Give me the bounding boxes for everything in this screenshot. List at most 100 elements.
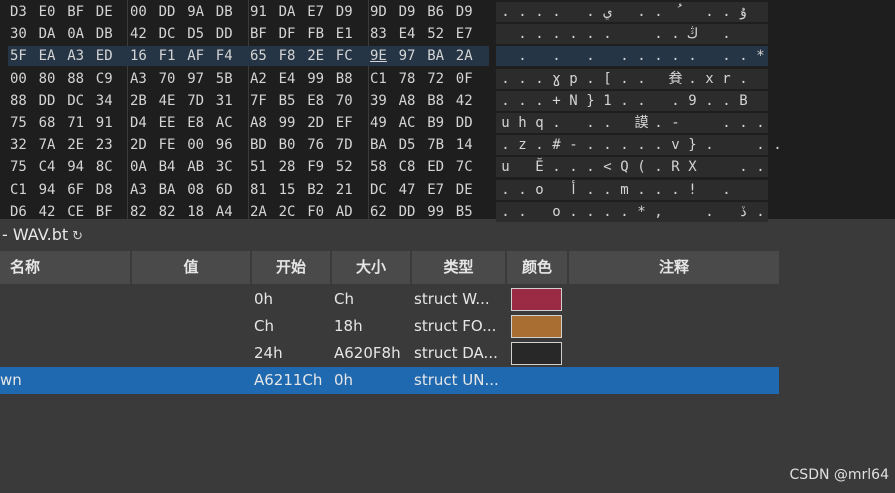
hex-byte[interactable]: 51 — [250, 158, 276, 176]
hex-byte[interactable]: 08 — [187, 181, 213, 199]
hex-row[interactable]: 88 DD DC 34 2B 4E 7D 31 7F B5 E8 70 39 A8 B8 42... + N} 1.… — [0, 90, 895, 111]
text-char[interactable]: . — [667, 181, 684, 199]
hex-row[interactable]: 00 80 88 C9 A3 70 97 5B A2 E4 99 B8 C1 78 72 0F... ɣ p.[.… — [0, 68, 895, 89]
text-char[interactable]: ! — [684, 181, 701, 199]
hex-byte[interactable]: 68 — [39, 114, 65, 132]
text-char[interactable]: } — [684, 136, 701, 154]
text-char[interactable]: m — [616, 181, 633, 199]
text-char[interactable]: B — [735, 92, 752, 110]
column-header-name[interactable]: 名称 — [0, 251, 132, 284]
hex-byte[interactable]: E7 — [307, 3, 333, 21]
hex-byte[interactable]: DC — [159, 25, 185, 43]
text-char[interactable]: * — [752, 47, 769, 65]
hex-byte[interactable]: 80 — [39, 70, 65, 88]
text-char[interactable]: Q — [616, 158, 633, 176]
text-char[interactable]: . — [582, 3, 599, 21]
hex-byte[interactable]: 34 — [96, 92, 122, 110]
hex-byte[interactable]: 94 — [39, 181, 65, 199]
text-char[interactable]: . — [718, 47, 735, 65]
hex-byte[interactable]: E8 — [187, 114, 213, 132]
hex-byte[interactable]: 23 — [96, 136, 122, 154]
text-char[interactable]: . — [565, 158, 582, 176]
text-char[interactable]: . — [735, 47, 752, 65]
hex-byte[interactable]: D4 — [130, 114, 156, 132]
text-char[interactable]: . — [582, 70, 599, 88]
text-char[interactable]: . — [531, 92, 548, 110]
hex-byte[interactable]: 6D — [216, 181, 242, 199]
column-header-size[interactable]: 大小 — [332, 251, 412, 284]
hex-byte[interactable]: 97 — [399, 47, 425, 65]
hex-byte[interactable]: 14 — [456, 136, 482, 154]
text-char[interactable]: 貵 — [667, 70, 684, 88]
hex-byte[interactable]: E7 — [456, 25, 482, 43]
hex-byte[interactable]: 8C — [96, 158, 122, 176]
text-char[interactable]: . — [650, 47, 667, 65]
text-char[interactable]: . — [752, 158, 769, 176]
hex-byte[interactable]: 52 — [427, 25, 453, 43]
hex-byte[interactable]: DF — [279, 25, 305, 43]
hex-byte[interactable]: 9E — [370, 47, 396, 65]
hex-row[interactable]: D6 42 CE BF 82 82 18 A4 2A 2C F0 AD 62 DD 99 B5.. o.... *… — [0, 201, 895, 222]
hex-byte[interactable]: 2E — [307, 47, 333, 65]
text-char[interactable]: . — [548, 25, 565, 43]
hex-byte[interactable]: 72 — [427, 70, 453, 88]
hex-byte[interactable]: 42 — [39, 203, 65, 221]
hex-byte[interactable]: 49 — [370, 114, 396, 132]
text-char[interactable]: . — [497, 203, 514, 221]
text-char[interactable]: . — [718, 114, 735, 132]
text-char[interactable]: ُ — [667, 3, 684, 21]
hex-byte[interactable]: 2D — [130, 136, 156, 154]
hex-byte[interactable]: DD — [159, 3, 185, 21]
text-char[interactable]: . — [633, 47, 650, 65]
text-char[interactable]: . — [548, 158, 565, 176]
hex-byte[interactable]: F1 — [159, 47, 185, 65]
hex-byte[interactable]: 97 — [187, 70, 213, 88]
text-char[interactable]: r — [718, 70, 735, 88]
hex-byte[interactable]: 81 — [250, 181, 276, 199]
text-char[interactable]: . — [582, 158, 599, 176]
text-char[interactable]: . — [667, 25, 684, 43]
text-char[interactable]: . — [497, 70, 514, 88]
column-header-type[interactable]: 类型 — [412, 251, 507, 284]
text-char[interactable]: . — [565, 25, 582, 43]
text-char[interactable]: . — [548, 114, 565, 132]
hex-byte[interactable]: 91 — [250, 3, 276, 21]
text-char[interactable]: . — [514, 3, 531, 21]
hex-byte[interactable]: F9 — [307, 158, 333, 176]
hex-byte[interactable]: BA — [159, 181, 185, 199]
text-char[interactable]: . — [735, 158, 752, 176]
hex-byte[interactable]: 2E — [67, 136, 93, 154]
text-char[interactable]: . — [514, 25, 531, 43]
hex-byte[interactable]: 82 — [130, 203, 156, 221]
hex-byte[interactable]: 21 — [336, 181, 362, 199]
hex-byte[interactable]: D9 — [456, 3, 482, 21]
table-row[interactable]: wn A6211Ch 0h struct UN... — [0, 367, 779, 394]
hex-row[interactable]: D3 E0 BF DE 00 DD 9A DB 91 DA E7 D9 9D D9 B6 D9.... .ي.… — [0, 1, 895, 22]
text-char[interactable]: . — [633, 136, 650, 154]
color-swatch[interactable] — [511, 315, 562, 338]
hex-byte[interactable]: 32 — [10, 136, 36, 154]
hex-byte[interactable]: DB — [96, 25, 122, 43]
text-char[interactable]: . — [684, 47, 701, 65]
text-char[interactable]: . — [514, 203, 531, 221]
hex-byte[interactable]: E4 — [399, 25, 425, 43]
text-char[interactable]: . — [548, 3, 565, 21]
text-char[interactable]: . — [650, 136, 667, 154]
table-row[interactable]: Ch 18h struct FO... — [0, 313, 779, 340]
text-char[interactable]: . — [650, 25, 667, 43]
text-char[interactable]: ۇ — [735, 3, 752, 21]
column-header-comment[interactable]: 注释 — [569, 251, 779, 284]
hex-byte[interactable]: D5 — [399, 136, 425, 154]
hex-byte[interactable]: B8 — [427, 92, 453, 110]
hex-byte[interactable]: FB — [307, 25, 333, 43]
column-header-value[interactable]: 值 — [132, 251, 252, 284]
text-char[interactable]: . — [582, 47, 599, 65]
hex-row[interactable]: 5F EA A3 ED 16 F1 AF F4 65 F8 2E FC 9E 97 BA 2A........… — [0, 45, 895, 67]
hex-byte[interactable]: 62 — [370, 203, 396, 221]
hex-byte[interactable]: D8 — [96, 181, 122, 199]
hex-byte[interactable]: AF — [187, 47, 213, 65]
text-char[interactable] — [565, 3, 582, 21]
hex-byte[interactable]: F4 — [216, 47, 242, 65]
hex-byte[interactable]: 0A — [67, 25, 93, 43]
hex-byte[interactable]: B8 — [336, 70, 362, 88]
